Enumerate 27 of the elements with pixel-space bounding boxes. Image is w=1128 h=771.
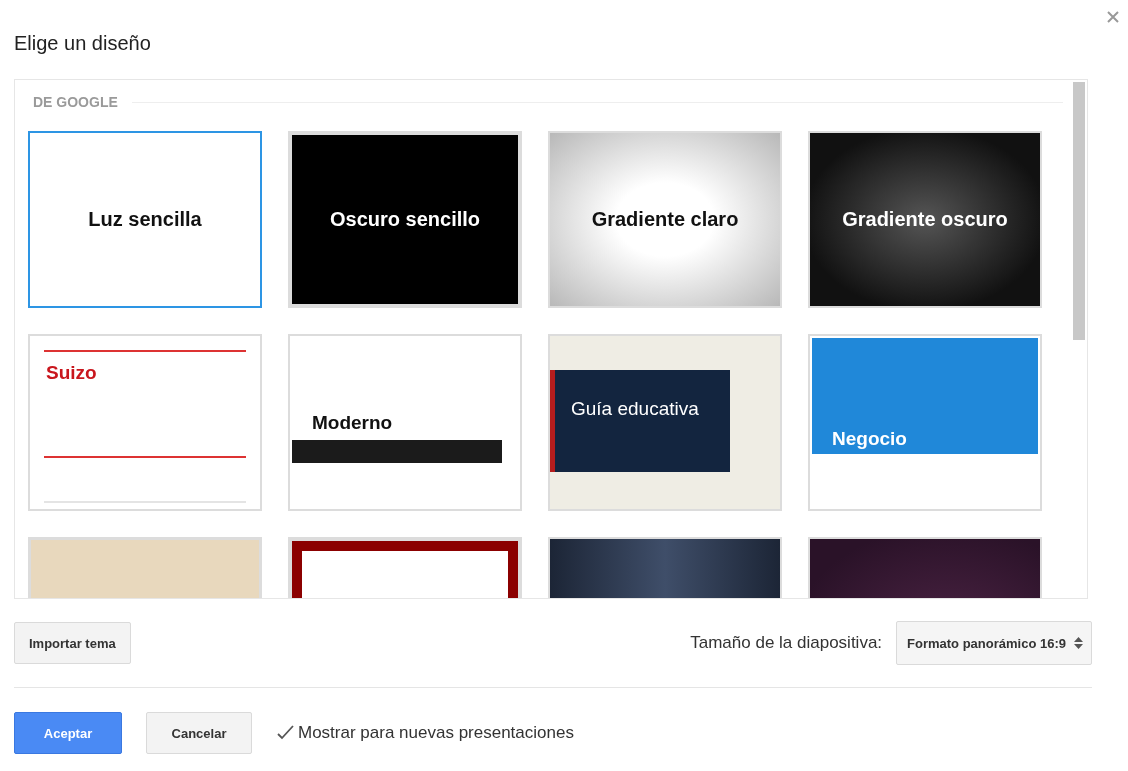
theme-title: Suizo — [46, 362, 97, 384]
sort-arrows-icon — [1074, 636, 1083, 650]
theme-thumbnail[interactable]: Suizo — [28, 334, 262, 511]
theme-thumbnail[interactable]: Moderno — [288, 334, 522, 511]
checkbox[interactable] — [276, 724, 296, 742]
theme-thumbnail[interactable]: Oscuro sencillo — [288, 131, 522, 308]
theme-title: Luz sencilla — [88, 208, 202, 231]
slide-size-label: Tamaño de la diapositiva: — [690, 633, 883, 653]
theme-title: Gradiente claro — [591, 208, 739, 231]
theme-title: Gradiente oscuro — [842, 208, 1008, 231]
checkbox-label: Mostrar para nuevas presentaciones — [298, 723, 574, 743]
theme-thumbnail[interactable]: Negocio — [808, 334, 1042, 511]
section-heading: DE GOOGLE — [33, 94, 118, 110]
close-icon[interactable] — [1106, 10, 1120, 24]
import-theme-button[interactable]: Importar tema — [14, 622, 131, 664]
theme-title: Moderno — [312, 412, 393, 434]
cancel-button[interactable]: Cancelar — [146, 712, 252, 754]
dialog-title: Elige un diseño — [14, 32, 151, 55]
theme-thumbnail[interactable]: Gradiente claro — [548, 131, 782, 308]
scrollbar-thumb[interactable] — [1073, 82, 1085, 340]
theme-thumbnail[interactable]: Gradiente oscuro — [808, 131, 1042, 308]
slide-size-dropdown[interactable]: Formato panorámico 16:9 — [896, 621, 1092, 665]
theme-title: Guía educativa — [571, 398, 699, 420]
theme-thumbnail[interactable]: Luz sencilla — [28, 131, 262, 308]
theme-title: Oscuro sencillo — [329, 208, 481, 231]
theme-title: Negocio — [832, 428, 907, 450]
theme-thumbnail[interactable]: Guía educativa — [548, 334, 782, 511]
